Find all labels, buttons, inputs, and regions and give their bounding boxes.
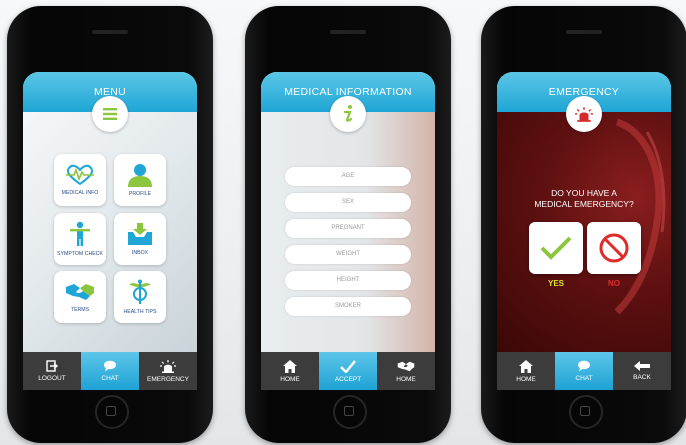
field-placeholder: AGE xyxy=(341,173,355,179)
field-placeholder: WEIGHT xyxy=(336,251,360,257)
chat-icon xyxy=(578,360,590,372)
yes-label: YES xyxy=(547,279,564,288)
tile-label: HEALTH TIPS xyxy=(123,309,157,315)
tab-label: HOME xyxy=(516,375,536,383)
tile-label: TERMS xyxy=(70,307,90,313)
home-button[interactable] xyxy=(569,395,603,429)
age-field[interactable]: AGE xyxy=(285,167,411,186)
tile-health-tips[interactable]: HEALTH TIPS xyxy=(114,271,166,323)
speaker-grille xyxy=(566,30,602,34)
menu-tab-bar: LOGOUT CHAT EMERGENCY xyxy=(23,352,197,390)
home-icon xyxy=(283,359,297,373)
tab-accept[interactable]: ACCEPT xyxy=(319,352,377,390)
menu-background xyxy=(23,112,197,352)
tile-terms[interactable]: TERMS xyxy=(54,271,106,323)
tab-label: CHAT xyxy=(575,375,593,382)
home-button[interactable] xyxy=(333,395,367,429)
person-icon xyxy=(128,164,152,187)
tile-label: MEDICAL INFO xyxy=(61,190,99,196)
home-button[interactable] xyxy=(95,395,129,429)
check-icon xyxy=(340,359,356,373)
menu-screen: MENU MEDICAL INFO PROFILE SYMPTOM CHECK … xyxy=(23,72,197,390)
tab-label: CHAT xyxy=(101,375,119,382)
stethoscope-graphic xyxy=(614,118,666,315)
siren-icon xyxy=(160,359,176,373)
speaker-grille xyxy=(92,30,128,34)
tab-home-handshake[interactable]: HOME xyxy=(377,352,435,390)
tab-label: HOME xyxy=(280,375,300,383)
medical-tab-bar: HOME ACCEPT HOME xyxy=(261,352,435,390)
tile-symptom-check[interactable]: SYMPTOM CHECK xyxy=(54,213,106,265)
body-check-icon xyxy=(70,221,90,246)
tile-medical-info[interactable]: MEDICAL INFO xyxy=(54,154,106,206)
tab-chat[interactable]: CHAT xyxy=(81,352,139,390)
tab-label: BACK xyxy=(633,374,651,381)
emergency-background xyxy=(497,112,671,352)
emergency-question: DO YOU HAVE A MEDICAL EMERGENCY? xyxy=(497,188,671,210)
tile-label: INBOX xyxy=(131,250,149,256)
tab-label: HOME xyxy=(396,375,416,383)
phone-emergency: EMERGENCY DO YOU HAVE A MEDICAL EMERGENC… xyxy=(481,6,686,443)
sex-field[interactable]: SEX xyxy=(285,193,411,212)
chat-icon xyxy=(104,360,116,372)
tab-back[interactable]: BACK xyxy=(613,352,671,390)
emergency-badge xyxy=(566,96,602,132)
field-placeholder: HEIGHT xyxy=(336,277,360,283)
emergency-tab-bar: HOME CHAT BACK xyxy=(497,352,671,390)
pregnant-field[interactable]: PREGNANT xyxy=(285,219,411,238)
no-button[interactable] xyxy=(587,222,641,274)
prohibited-icon xyxy=(599,233,629,263)
speaker-grille xyxy=(330,30,366,34)
tab-label: EMERGENCY xyxy=(147,375,189,383)
tile-profile[interactable]: PROFILE xyxy=(114,154,166,206)
yes-button[interactable] xyxy=(529,222,583,274)
tab-chat[interactable]: CHAT xyxy=(555,352,613,390)
smoker-field[interactable]: SMOKER xyxy=(285,297,411,316)
tab-label: LOGOUT xyxy=(38,375,66,382)
question-line-1: DO YOU HAVE A xyxy=(551,188,617,198)
medical-screen: MEDICAL INFORMATION AGE SEX PREGNANT WEI… xyxy=(261,72,435,390)
emergency-screen: EMERGENCY DO YOU HAVE A MEDICAL EMERGENC… xyxy=(497,72,671,390)
handshake-icon xyxy=(397,361,415,371)
menu-badge[interactable] xyxy=(92,96,128,132)
tile-inbox[interactable]: INBOX xyxy=(114,213,166,265)
handshake-icon xyxy=(66,284,94,300)
logout-icon xyxy=(46,360,58,372)
tab-emergency[interactable]: EMERGENCY xyxy=(139,352,197,390)
inbox-icon xyxy=(128,223,152,245)
question-line-2: MEDICAL EMERGENCY? xyxy=(534,199,634,209)
field-placeholder: PREGNANT xyxy=(331,225,365,231)
height-field[interactable]: HEIGHT xyxy=(285,271,411,290)
phone-medical-information: MEDICAL INFORMATION AGE SEX PREGNANT WEI… xyxy=(245,6,451,443)
heart-pulse-icon xyxy=(66,164,94,186)
siren-icon xyxy=(575,106,593,122)
field-placeholder: SMOKER xyxy=(334,303,361,309)
back-arrow-icon xyxy=(634,361,650,371)
medical-badge xyxy=(330,96,366,132)
home-icon xyxy=(519,359,533,373)
info-icon xyxy=(343,105,353,122)
no-label: NO xyxy=(608,279,620,288)
weight-field[interactable]: WEIGHT xyxy=(285,245,411,264)
field-placeholder: SEX xyxy=(341,199,354,205)
check-icon xyxy=(540,236,572,260)
tab-home[interactable]: HOME xyxy=(497,352,555,390)
tab-label: ACCEPT xyxy=(334,375,362,383)
hamburger-icon xyxy=(103,108,117,120)
tab-home[interactable]: HOME xyxy=(261,352,319,390)
tile-label: SYMPTOM CHECK xyxy=(57,251,103,257)
caduceus-icon xyxy=(129,279,151,304)
phone-menu: MENU MEDICAL INFO PROFILE SYMPTOM CHECK … xyxy=(7,6,213,443)
tab-logout[interactable]: LOGOUT xyxy=(23,352,81,390)
tile-label: PROFILE xyxy=(128,191,152,197)
